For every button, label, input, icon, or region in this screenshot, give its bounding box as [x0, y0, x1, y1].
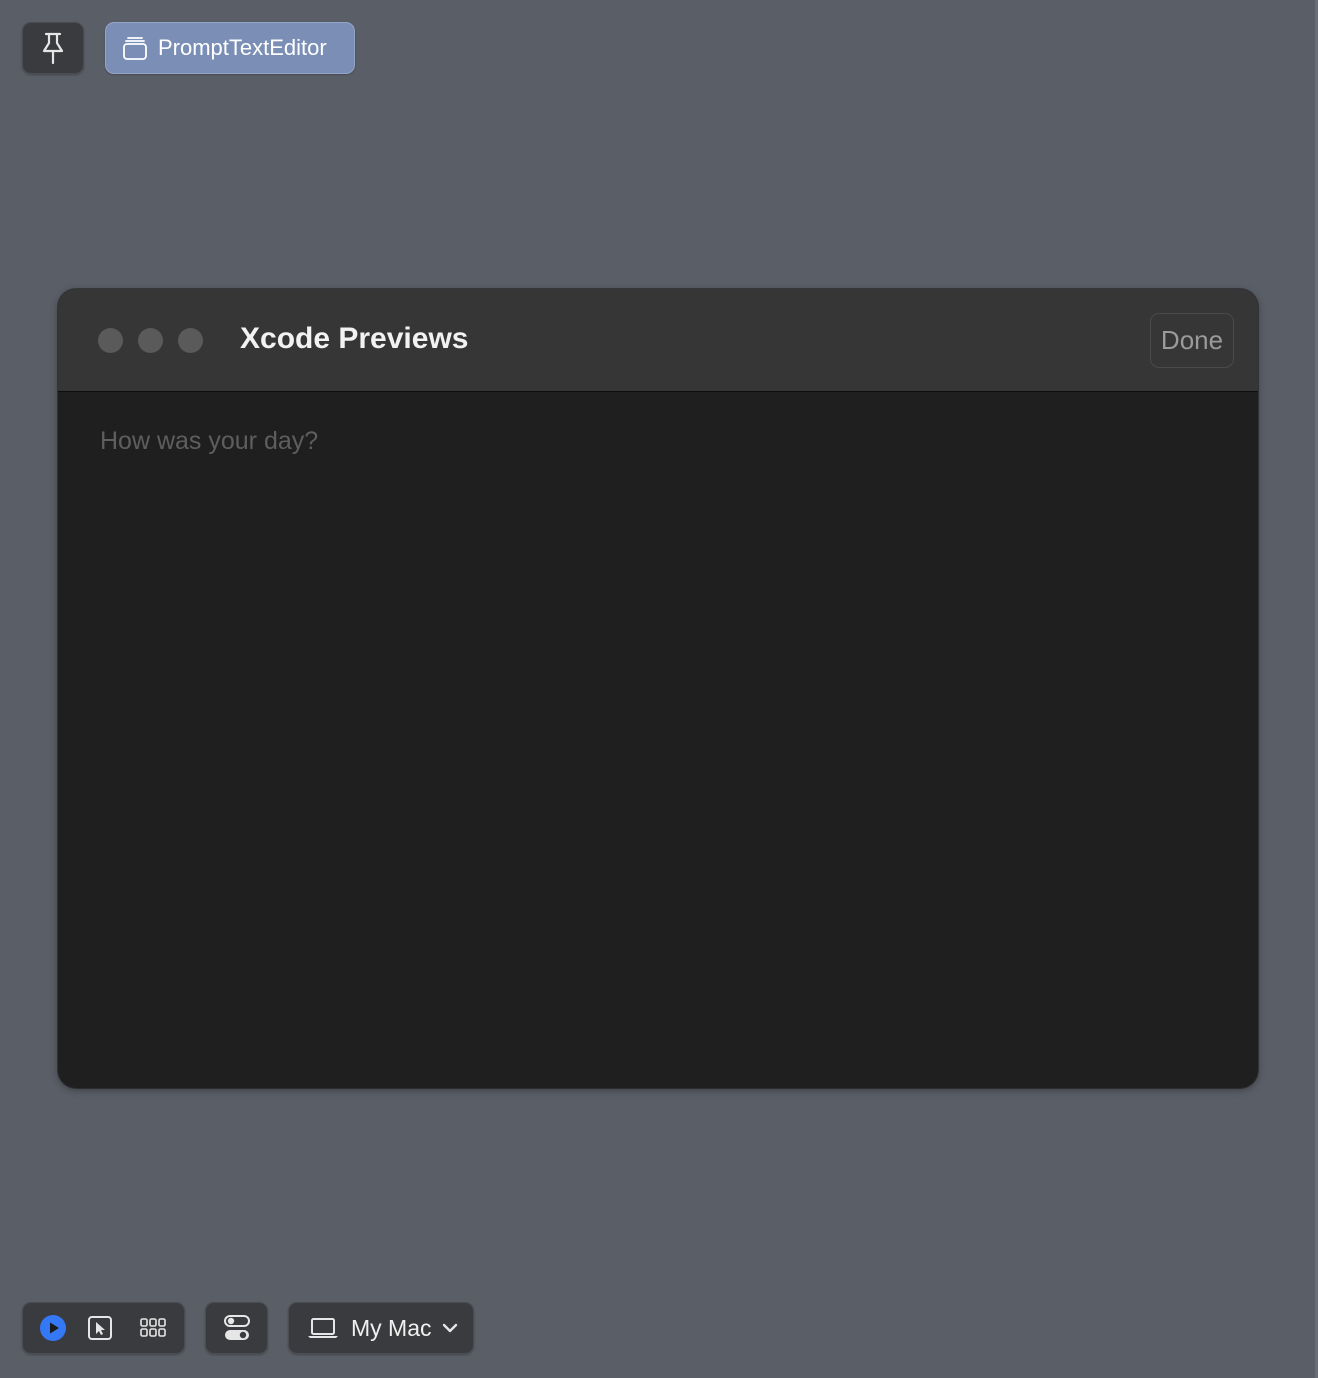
toggles-icon [223, 1314, 251, 1342]
laptop-icon [307, 1317, 339, 1339]
done-button[interactable]: Done [1150, 313, 1234, 368]
pin-button[interactable] [22, 22, 84, 74]
device-label: My Mac [351, 1314, 432, 1341]
preview-mode-group [22, 1302, 185, 1354]
minimize-window-button[interactable] [138, 328, 163, 353]
preview-tab-label: PromptTextEditor [158, 35, 327, 60]
canvas-settings-button[interactable] [205, 1302, 268, 1354]
preview-window: Xcode Previews Done How was your day? [58, 289, 1258, 1088]
live-mode-button[interactable] [39, 1314, 67, 1342]
text-editor[interactable]: How was your day? [58, 392, 1258, 1088]
chevron-down-icon [442, 1323, 458, 1333]
zoom-window-button[interactable] [178, 328, 203, 353]
stack-window-icon [122, 35, 148, 61]
editor-placeholder: How was your day? [100, 427, 319, 455]
window-title: Xcode Previews [240, 322, 469, 355]
close-window-button[interactable] [98, 328, 123, 353]
pin-icon [40, 31, 66, 65]
variants-grid-button[interactable] [140, 1317, 166, 1339]
device-picker[interactable]: My Mac [288, 1302, 474, 1354]
grid-icon [140, 1317, 166, 1339]
cursor-select-icon [87, 1315, 113, 1341]
window-titlebar: Xcode Previews Done [58, 289, 1258, 392]
play-circle-icon [39, 1314, 67, 1342]
selectable-mode-button[interactable] [87, 1315, 113, 1341]
preview-tab[interactable]: PromptTextEditor [105, 22, 355, 74]
